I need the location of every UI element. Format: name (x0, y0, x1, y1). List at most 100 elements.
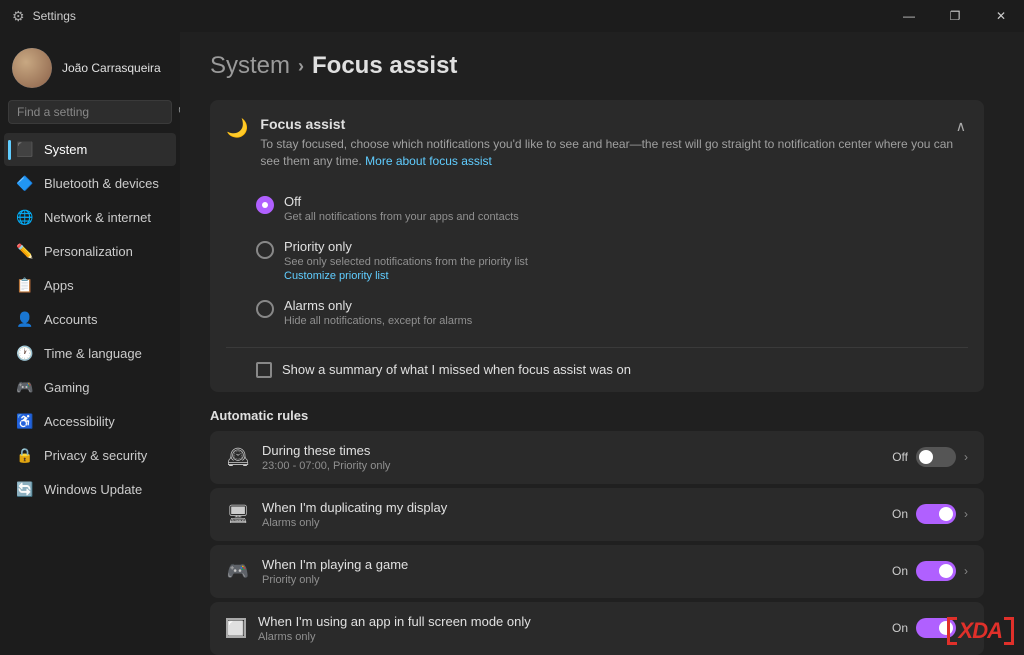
rule-right-during-times: Off › (892, 447, 968, 467)
title-bar-left: ⚙ Settings (12, 8, 76, 25)
minimize-button[interactable]: — (886, 0, 932, 32)
fullscreen-icon: ⬜ (226, 618, 246, 638)
xda-watermark: XDA (947, 617, 1014, 645)
toggle-label-gaming: On (892, 564, 908, 578)
chevron-right-icon: › (964, 507, 968, 521)
rule-row-during-times[interactable]: 🕰 During these times 23:00 - 07:00, Prio… (210, 431, 984, 484)
settings-window-icon: ⚙ (12, 8, 25, 25)
checkbox-row[interactable]: Show a summary of what I missed when foc… (210, 352, 984, 392)
rule-info-during-times: During these times 23:00 - 07:00, Priori… (262, 443, 880, 472)
xda-bracket-left (947, 617, 957, 645)
sidebar-item-update[interactable]: 🔄 Windows Update (4, 473, 176, 506)
app-body: João Carrasqueira 🔍 ⬛ System 🔷 Bluetooth… (0, 32, 1024, 655)
sidebar-item-label: Time & language (44, 346, 142, 361)
radio-priority-text: Priority only See only selected notifica… (284, 239, 528, 282)
personalization-icon: ✏️ (16, 243, 34, 260)
search-input[interactable] (17, 105, 172, 119)
sidebar-item-gaming[interactable]: 🎮 Gaming (4, 371, 176, 404)
apps-icon: 📋 (16, 277, 34, 294)
rule-card-gaming: 🎮 When I'm playing a game Priority only … (210, 545, 984, 598)
sidebar-item-system[interactable]: ⬛ System (4, 133, 176, 166)
chevron-right-icon: › (964, 450, 968, 464)
radio-alarms-sublabel: Hide all notifications, except for alarm… (284, 315, 472, 327)
radio-alarms-circle[interactable] (256, 300, 274, 318)
rule-title-gaming: When I'm playing a game (262, 557, 880, 572)
toggle-knob (919, 450, 933, 464)
sidebar-item-accessibility[interactable]: ♿ Accessibility (4, 405, 176, 438)
radio-alarms-label: Alarms only (284, 298, 472, 313)
radio-off-circle[interactable] (256, 196, 274, 214)
sidebar-item-bluetooth[interactable]: 🔷 Bluetooth & devices (4, 167, 176, 200)
focus-assist-card: 🌙 Focus assist To stay focused, choose w… (210, 100, 984, 392)
focus-assist-header: 🌙 Focus assist To stay focused, choose w… (210, 100, 984, 178)
focus-assist-moon-icon: 🌙 (226, 118, 248, 139)
focus-assist-description: To stay focused, choose which notificati… (260, 136, 953, 170)
breadcrumb-current: Focus assist (312, 52, 457, 80)
avatar (12, 48, 52, 88)
privacy-icon: 🔒 (16, 447, 34, 464)
sidebar-item-accounts[interactable]: 👤 Accounts (4, 303, 176, 336)
rule-subtitle-fullscreen: Alarms only (258, 631, 880, 643)
automatic-rules-title: Automatic rules (210, 408, 984, 423)
focus-assist-more-link[interactable]: More about focus assist (365, 154, 492, 168)
rule-info-fullscreen: When I'm using an app in full screen mod… (258, 614, 880, 643)
rule-subtitle-duplicating: Alarms only (262, 517, 880, 529)
sidebar-item-apps[interactable]: 📋 Apps (4, 269, 176, 302)
radio-options: Off Get all notifications from your apps… (210, 178, 984, 343)
time-icon: 🕐 (16, 345, 34, 362)
breadcrumb-parent[interactable]: System (210, 52, 290, 80)
card-divider (226, 347, 968, 348)
radio-option-priority[interactable]: Priority only See only selected notifica… (256, 231, 968, 290)
toggle-duplicating[interactable] (916, 504, 956, 524)
sidebar-item-privacy[interactable]: 🔒 Privacy & security (4, 439, 176, 472)
rule-right-gaming: On › (892, 561, 968, 581)
rule-row-gaming[interactable]: 🎮 When I'm playing a game Priority only … (210, 545, 984, 598)
rule-info-duplicating: When I'm duplicating my display Alarms o… (262, 500, 880, 529)
radio-priority-sublabel: See only selected notifications from the… (284, 256, 528, 268)
xda-bracket-right (1004, 617, 1014, 645)
rule-row-duplicating[interactable]: 🖥 When I'm duplicating my display Alarms… (210, 488, 984, 541)
close-button[interactable]: ✕ (978, 0, 1024, 32)
focus-assist-text: Focus assist To stay focused, choose whi… (260, 116, 953, 170)
window-controls: — ❐ ✕ (886, 0, 1024, 32)
sidebar-item-time[interactable]: 🕐 Time & language (4, 337, 176, 370)
restore-button[interactable]: ❐ (932, 0, 978, 32)
radio-off-text: Off Get all notifications from your apps… (284, 194, 519, 223)
chevron-right-icon: › (964, 564, 968, 578)
radio-priority-circle[interactable] (256, 241, 274, 259)
network-icon: 🌐 (16, 209, 34, 226)
focus-assist-header-left: 🌙 Focus assist To stay focused, choose w… (226, 116, 954, 170)
rule-title-duplicating: When I'm duplicating my display (262, 500, 880, 515)
focus-assist-collapse-button[interactable]: ∧ (954, 116, 968, 137)
sidebar-item-label: Bluetooth & devices (44, 176, 159, 191)
sidebar-item-label: System (44, 142, 87, 157)
sidebar-item-personalization[interactable]: ✏️ Personalization (4, 235, 176, 268)
radio-off-sublabel: Get all notifications from your apps and… (284, 211, 519, 223)
rule-title-fullscreen: When I'm using an app in full screen mod… (258, 614, 880, 629)
clock-icon: 🕰 (226, 447, 250, 468)
toggle-during-times[interactable] (916, 447, 956, 467)
radio-option-off[interactable]: Off Get all notifications from your apps… (256, 186, 968, 231)
sidebar-nav: ⬛ System 🔷 Bluetooth & devices 🌐 Network… (0, 132, 180, 655)
user-name: João Carrasqueira (62, 61, 161, 75)
rule-row-fullscreen[interactable]: ⬜ When I'm using an app in full screen m… (210, 602, 984, 655)
radio-option-alarms[interactable]: Alarms only Hide all notifications, exce… (256, 290, 968, 335)
sidebar-item-label: Accessibility (44, 414, 115, 429)
sidebar-item-label: Accounts (44, 312, 97, 327)
user-profile[interactable]: João Carrasqueira (0, 40, 180, 100)
title-bar: ⚙ Settings — ❐ ✕ (0, 0, 1024, 32)
accessibility-icon: ♿ (16, 413, 34, 430)
bluetooth-icon: 🔷 (16, 175, 34, 192)
gaming-icon: 🎮 (16, 379, 34, 396)
rule-info-gaming: When I'm playing a game Priority only (262, 557, 880, 586)
system-icon: ⬛ (16, 141, 34, 158)
sidebar-item-label: Privacy & security (44, 448, 147, 463)
sidebar-item-network[interactable]: 🌐 Network & internet (4, 201, 176, 234)
display-icon: 🖥 (226, 504, 250, 525)
accounts-icon: 👤 (16, 311, 34, 328)
summary-checkbox[interactable] (256, 362, 272, 378)
toggle-gaming[interactable] (916, 561, 956, 581)
customize-priority-link[interactable]: Customize priority list (284, 270, 528, 282)
xda-text: XDA (959, 618, 1002, 644)
search-box[interactable]: 🔍 (8, 100, 172, 124)
